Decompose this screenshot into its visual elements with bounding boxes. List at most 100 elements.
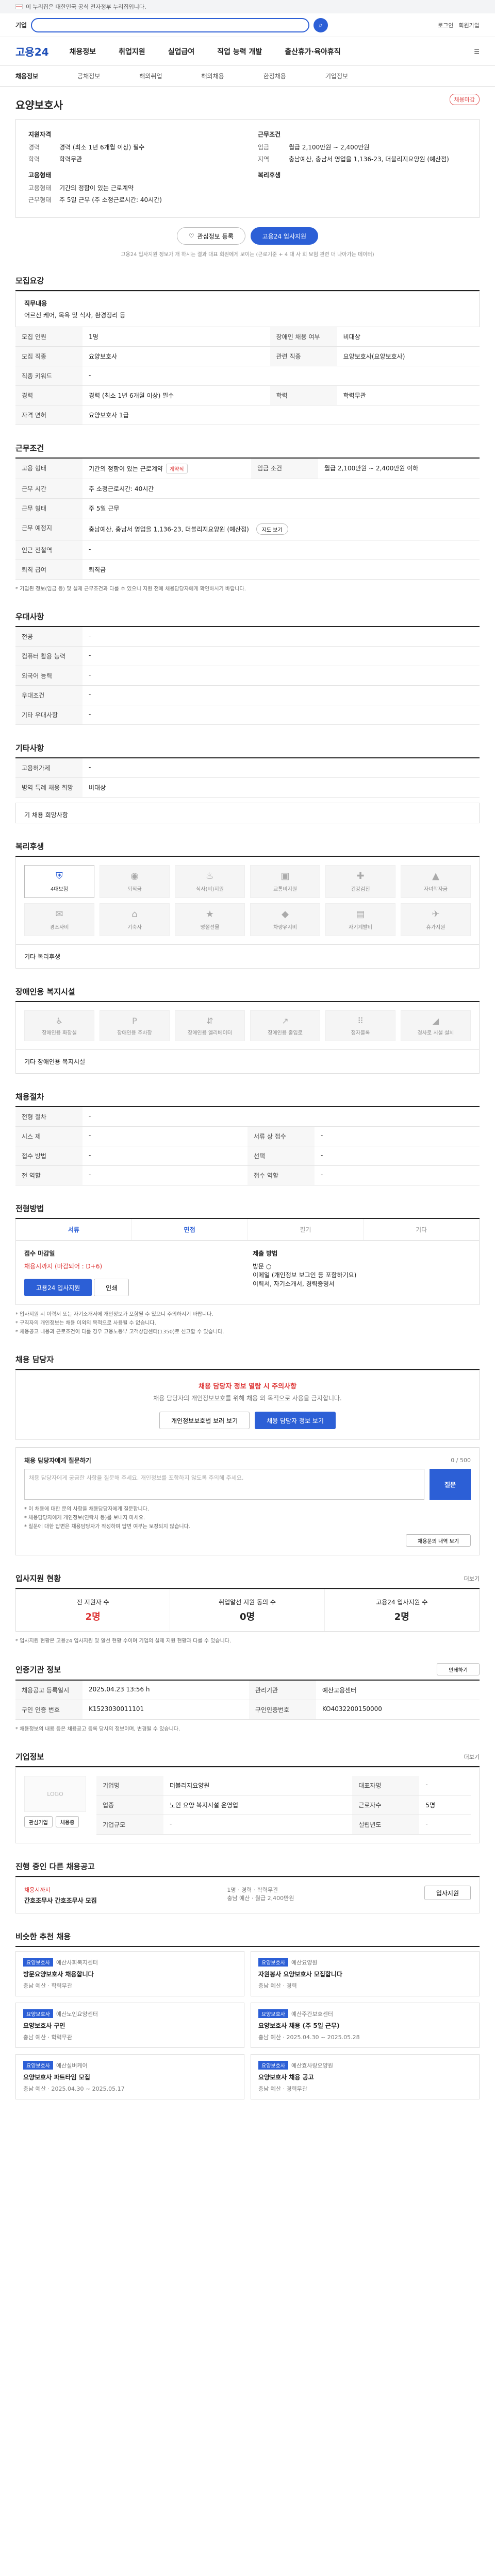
company-more-link[interactable]: 더보기 (464, 1753, 480, 1761)
ask-textarea[interactable]: 채용 담당자에게 궁금한 사항을 질문해 주세요. 개인정보를 포함하지 않도록… (24, 1469, 424, 1500)
rec-tag: 요양보호사 (23, 1958, 53, 1967)
method-title: 전형방법 (15, 1203, 480, 1219)
table-row: 구인 인증 번호 K1523030011101 구인인증번호 KO4032200150… (15, 1700, 480, 1720)
fav-company-button[interactable]: 관심기업 (24, 1816, 53, 1827)
method-left: 접수 마감일 채용시까지 (마감되어 : D+6) 고용24 입사지원 인쇄 (24, 1249, 242, 1296)
menu-icon[interactable]: ☰ (474, 48, 480, 55)
welfare-item: ▣ 교통비지원 (250, 865, 320, 898)
recommend-card[interactable]: 요양보호사 예산사회복지센터 방문요양보호사 채용합니다 충남 예산 · 학력무관 (15, 1951, 244, 1996)
login-link[interactable]: 로그인 (438, 21, 453, 29)
company-title: 기업정보 (15, 1752, 44, 1761)
summary-key: 지역 (258, 156, 270, 163)
signup-link[interactable]: 회원가입 (459, 21, 480, 29)
ask-notice: * 이 채용에 대한 문의 사항을 채용담당자에게 질문합니다. * 채용담당자… (24, 1505, 471, 1531)
row-value: - (419, 1776, 471, 1795)
welfare-item: ▤ 자기계발비 (325, 903, 395, 936)
work-location: 충남예산, 충남서 영업을 1,136-23, 더블리지요양원 (예산점) (89, 526, 249, 533)
apply-button[interactable]: 고용24 입사지원 (250, 227, 319, 245)
nav-jobs[interactable]: 채용정보 (70, 46, 96, 57)
scrap-button[interactable]: ♡ 관심정보 등록 (176, 227, 245, 245)
tab-written[interactable]: 필기 (248, 1219, 364, 1240)
row-value: - (315, 1126, 480, 1146)
summary-key: 학력 (28, 156, 40, 163)
view-manager-button[interactable]: 채용 담당자 정보 보기 (255, 1412, 336, 1429)
tab-document[interactable]: 서류 (16, 1219, 132, 1240)
table-row: 모집 인원 1명 장애인 채용 여부 비대상 (15, 327, 480, 347)
table-row: 경력 경력 (최소 1년 6개월 이상) 필수 학력 학력무관 (15, 385, 480, 405)
search-icon[interactable]: ⌕ (314, 18, 328, 32)
rec-title[interactable]: 요양보호사 구인 (23, 2021, 237, 2030)
recommend-card[interactable]: 요양보호사 예산주간보호센터 요양보호사 채용 (주 5일 근무) 충남 예산 · 2… (251, 2003, 480, 2048)
recommend-card[interactable]: 요양보호사 예산실버케어 요양보호사 파트타임 모집 충남 예산 · 2025.04.… (15, 2054, 244, 2099)
nav-leave[interactable]: 출산휴가·육아휴직 (285, 46, 340, 57)
nav-training[interactable]: 직업 능력 개발 (217, 46, 262, 57)
rec-company: 예산실버케어 (56, 2062, 88, 2069)
table-row: 근무 시간 주 소정근로시간: 40시간 (15, 479, 480, 499)
row-value: 노인 요양 복지시설 운영업 (163, 1795, 353, 1815)
ask-submit-button[interactable]: 질문 (430, 1469, 471, 1500)
rec-title[interactable]: 자원봉사 요양보호사 모집합니다 (258, 1970, 472, 1978)
subnav-public[interactable]: 공채정보 (77, 72, 100, 80)
row-value: - (82, 1146, 248, 1166)
method-right: 제출 방법 방문 ○ 이메일 (개인정보 보그인 등 포함하기요) 이력서, 자… (253, 1249, 471, 1296)
privacy-law-button[interactable]: 개인정보보호법 보러 보기 (159, 1412, 250, 1429)
other-job[interactable]: 채용시까지 간호조무사 간호조무사 모집 1명 · 경력 · 학력무관 충남 예… (15, 1877, 480, 1913)
duty-box: 직무내용 어르신 케어, 목욕 및 식사, 환경정리 등 (15, 291, 480, 327)
subnav-overseas[interactable]: 해외취업 (139, 72, 162, 80)
row-key: 채용공고 등록일시 (15, 1681, 82, 1700)
meta-item: 학력무관 (257, 1887, 278, 1893)
other-job-title[interactable]: 간호조무사 간호조무사 모집 (24, 1896, 97, 1905)
welfare-label: 자기계발비 (349, 925, 372, 930)
info-print-button[interactable]: 인쇄하기 (437, 1663, 480, 1675)
subnav-limited[interactable]: 한정채용 (263, 72, 286, 80)
recommend-card[interactable]: 요양보호사 예산효사랑요양원 요양보호사 채용 공고 충남 예산 · 경력무관 (251, 2054, 480, 2099)
summary-row: 근무형태 주 5일 근무 (주 소정근로시간: 40시간) (28, 195, 237, 204)
welfare-label: 4대보험 (51, 887, 68, 892)
recommend-card[interactable]: 요양보호사 예산요양원 자원봉사 요양보호사 모집합니다 충남 예산 · 경력 (251, 1951, 480, 1996)
recommend-grid: 요양보호사 예산사회복지센터 방문요양보호사 채용합니다 충남 예산 · 학력무관 요… (15, 1951, 480, 2099)
rec-company: 예산요양원 (291, 1959, 318, 1966)
access-label: 점자블록 (351, 1030, 370, 1036)
method-tabs: 서류 면접 필기 기타 (15, 1219, 480, 1241)
manager-warn: 채용 담당자 정보 열람 시 주의사항 (198, 1383, 297, 1391)
info-notice: * 채용정보의 내용 등은 채용공고 등록 당시의 정보이며, 변경될 수 있습… (15, 1726, 180, 1732)
rec-title[interactable]: 방문요양보호사 채용합니다 (23, 1970, 237, 1978)
print-button[interactable]: 인쇄 (94, 1279, 129, 1296)
row-value: - (82, 646, 480, 666)
stats-more-link[interactable]: 더보기 (464, 1574, 480, 1583)
other-apply-button[interactable]: 입사지원 (424, 1886, 471, 1900)
subnav-company[interactable]: 기업정보 (325, 72, 348, 80)
table-row: 우대조건 - (15, 685, 480, 705)
search-scope[interactable]: 기업 (15, 21, 27, 29)
rec-meta: 충남 예산 · 경력무관 (258, 2086, 307, 2092)
row-value: - (315, 1165, 480, 1185)
search-input[interactable] (31, 18, 310, 32)
recommend-title: 비슷한 추천 채용 (15, 1931, 480, 1947)
summary-row: 고용형태 기간의 정함이 있는 근로계약 (28, 183, 237, 192)
row-key: 기타 우대사항 (15, 705, 82, 725)
rec-title[interactable]: 요양보호사 채용 (주 5일 근무) (258, 2021, 472, 2030)
stats-head: 입사지원 현황 더보기 (15, 1573, 480, 1589)
apply-note: 고용24 입사지원 정보가 개 하시는 결과 대표 회원에게 보이는 (근로기준… (121, 252, 374, 258)
rec-title[interactable]: 요양보호사 파트타임 모집 (23, 2073, 237, 2081)
nav-support[interactable]: 취업지원 (119, 46, 145, 57)
subnav-overseas-recruit[interactable]: 해외채용 (202, 72, 224, 80)
logo[interactable]: 고용24 (15, 44, 49, 59)
row-value: 예산고용센터 (316, 1681, 480, 1700)
util-links: 로그인 회원가입 (438, 21, 480, 29)
ask-history-button[interactable]: 채용문의 내역 보기 (406, 1534, 471, 1547)
summary-key: 임금 (258, 144, 270, 151)
etc-extra: 기 채용 희망사항 (15, 803, 480, 823)
apply-button-2[interactable]: 고용24 입사지원 (24, 1279, 92, 1296)
recommend-card[interactable]: 요양보호사 예산노인요양센터 요양보호사 구인 충남 예산 · 학력무관 (15, 2003, 244, 2048)
row-value: 1명 (82, 327, 270, 347)
nav-unemployment[interactable]: 실업급여 (168, 46, 195, 57)
welfare-item: ◉ 퇴직금 (100, 865, 170, 898)
map-button[interactable]: 지도 보기 (256, 523, 288, 535)
rec-title[interactable]: 요양보호사 채용 공고 (258, 2073, 472, 2081)
tab-other[interactable]: 기타 (364, 1219, 479, 1240)
subnav-jobs[interactable]: 채용정보 (15, 72, 38, 80)
company-jobs-button[interactable]: 채용중 (55, 1816, 79, 1827)
tab-interview[interactable]: 면접 (132, 1219, 248, 1240)
summary-key: 고용형태 (28, 184, 52, 192)
